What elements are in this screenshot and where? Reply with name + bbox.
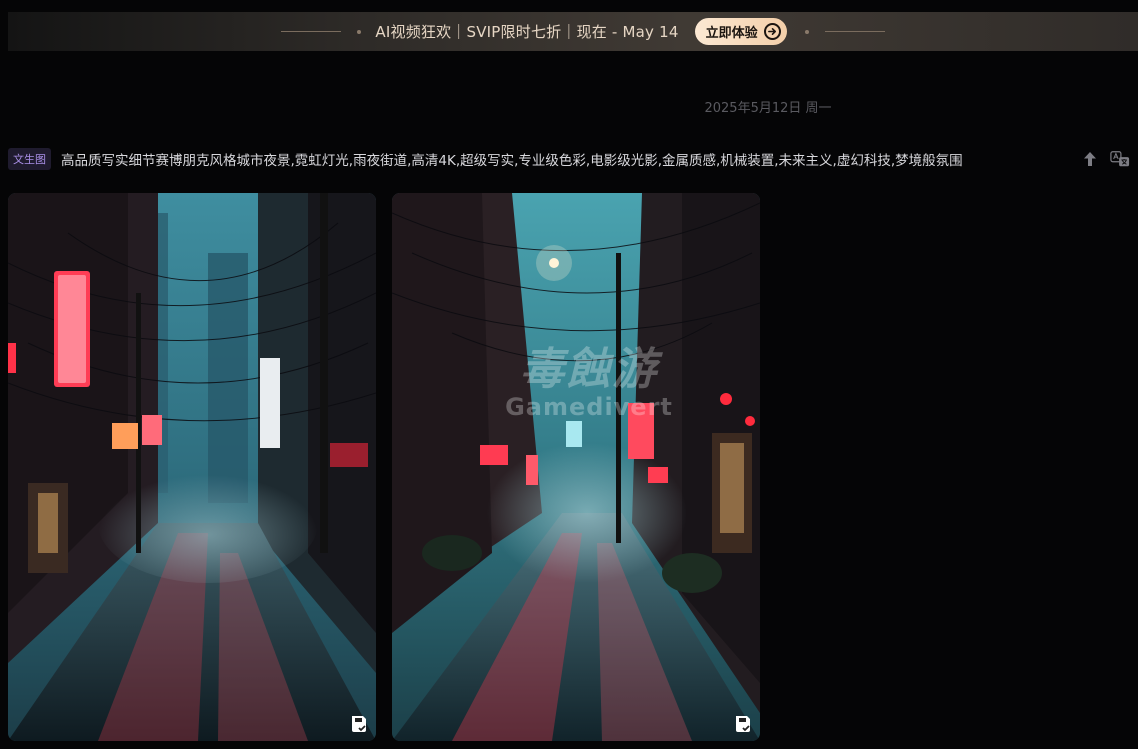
translate-icon[interactable] xyxy=(1110,149,1130,169)
arrow-up-icon[interactable] xyxy=(1080,149,1100,169)
banner-text: AI视频狂欢｜SVIP限时七折｜现在 - May 14 xyxy=(375,23,679,41)
prompt-row: 文生图 高品质写实细节赛博朋克风格城市夜景,霓虹灯光,雨夜街道,高清4K,超级写… xyxy=(8,146,1130,172)
generated-image-1[interactable] xyxy=(8,193,376,741)
cyberpunk-street-image xyxy=(8,193,376,741)
cyberpunk-street-image xyxy=(392,193,760,741)
banner-dot-left xyxy=(357,29,362,34)
banner-divider-right xyxy=(824,31,885,32)
generated-image-2[interactable]: 毒蝕游 Gamedivert xyxy=(392,193,760,741)
banner-dot-right xyxy=(804,29,809,34)
save-icon[interactable] xyxy=(348,713,370,735)
try-now-button[interactable]: 立即体验 xyxy=(694,18,787,45)
banner-divider-left xyxy=(281,31,342,32)
promo-banner[interactable]: AI视频狂欢｜SVIP限时七折｜现在 - May 14 立即体验 xyxy=(8,12,1138,51)
arrow-right-circle-icon xyxy=(763,23,781,40)
save-icon[interactable] xyxy=(732,713,754,735)
try-now-label: 立即体验 xyxy=(705,26,758,41)
prompt-text: 高品质写实细节赛博朋克风格城市夜景,霓虹灯光,雨夜街道,高清4K,超级写实,专业… xyxy=(61,153,963,169)
date-label: 2025年5月12日 周一 xyxy=(704,101,832,116)
mode-tag: 文生图 xyxy=(8,148,51,170)
